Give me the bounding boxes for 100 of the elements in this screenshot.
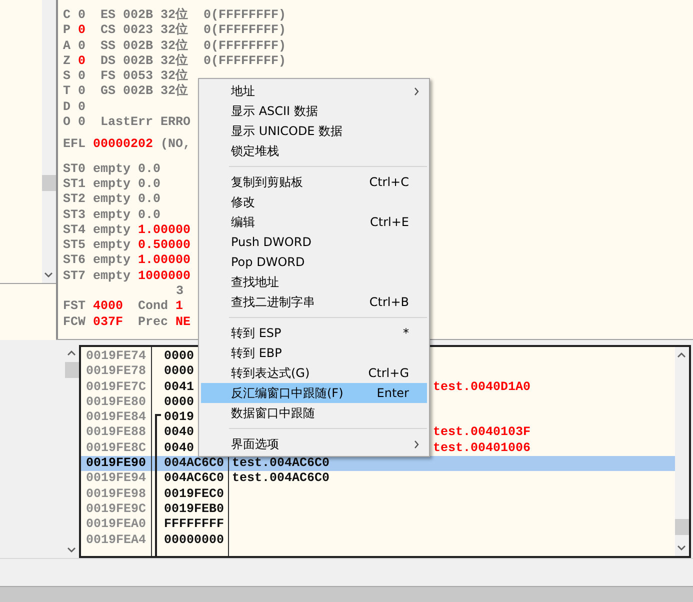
register-text: 3 [176, 284, 184, 300]
register-text: CS 0023 32位 0(FFFFFFFF) [100, 23, 286, 38]
menu-item[interactable]: 显示 UNICODE 数据 [201, 121, 427, 141]
stack-value: FFFFFFFF [163, 517, 226, 533]
stack-comment: test.0040103F [433, 425, 531, 441]
register-text: 0.0 [138, 176, 161, 192]
scroll-thumb[interactable] [65, 362, 79, 378]
register-text: empty [93, 268, 131, 284]
menu-item[interactable]: 转到 ESP * [201, 323, 427, 343]
shortcut-label: * [403, 326, 409, 340]
register-text: 0 [78, 69, 86, 84]
menu-item[interactable]: 地址 [201, 81, 427, 101]
stack-address: 0019FE94 [85, 471, 148, 487]
shortcut-label: Ctrl+G [368, 366, 409, 380]
stack-value: 004AC6C0 [163, 456, 226, 472]
register-text: 0 [78, 100, 86, 116]
register-text: Prec [137, 314, 168, 330]
register-text: Z [63, 54, 71, 70]
register-text: empty [93, 192, 131, 208]
shortcut-label: Ctrl+E [370, 215, 409, 229]
register-text: A [63, 38, 71, 54]
scroll-down-icon[interactable] [67, 547, 76, 553]
stack-value: 0040 [163, 440, 196, 456]
menu-item[interactable]: 修改 [201, 192, 427, 212]
register-text: ST3 [63, 208, 86, 223]
scroll-up-icon[interactable] [67, 350, 76, 356]
stack-comment: test.004AC6C0 [231, 471, 330, 487]
stack-address: 0019FEA0 [85, 517, 148, 533]
scroll-down-icon[interactable] [677, 545, 686, 551]
register-text: C [63, 8, 71, 24]
register-text: SS 002B 32位 0(FFFFFFFF) [100, 38, 286, 54]
register-text: GS 002B 32位 [100, 84, 189, 100]
register-text: FS 0053 32位 [100, 69, 189, 84]
register-text: empty [93, 238, 131, 254]
stack-address: 0019FE9C [85, 502, 148, 518]
register-text: (NO, [160, 137, 191, 153]
stack-value: 0041 [163, 380, 196, 395]
changed-register-value: 0.50000 [138, 238, 191, 254]
menu-item[interactable]: 复制到剪贴板 Ctrl+C [201, 172, 427, 192]
menu-item[interactable]: 数据窗口中跟随 [201, 403, 427, 423]
stack-comment: test.00401006 [433, 440, 531, 456]
menu-item[interactable]: Pop DWORD [201, 252, 427, 272]
selected-row[interactable]: 0019FE90 004AC6C0 test.004AC6C0 [81, 456, 675, 472]
stack-value: 004AC6C0 [163, 471, 226, 487]
menu-item[interactable]: 锁定堆栈 [201, 141, 427, 161]
register-text: empty [93, 222, 131, 238]
register-text: 0.0 [138, 208, 161, 223]
stack-address: 0019FE88 [85, 425, 148, 441]
stack-address: 0019FE74 [85, 349, 148, 364]
menu-item[interactable]: 反汇编窗口中跟随(F) Enter [201, 383, 427, 403]
menu-item[interactable]: 编辑 Ctrl+E [201, 212, 427, 232]
stack-value: 0040 [163, 425, 196, 441]
register-text: DS 002B 32位 0(FFFFFFFF) [100, 54, 286, 68]
register-text: empty [93, 162, 131, 177]
changed-register-value: 1.00000 [138, 253, 191, 269]
register-text: 0.0 [138, 162, 161, 177]
stack-address: 0019FEA4 [85, 532, 148, 548]
register-text: ST5 [63, 238, 86, 254]
register-text: empty [93, 253, 131, 269]
menu-item[interactable]: 查找二进制字串 Ctrl+B [201, 292, 427, 312]
stack-address: 0019FE80 [85, 394, 148, 410]
register-text: 0.0 [138, 192, 161, 208]
stack-address: 0019FE84 [85, 410, 148, 426]
register-text: ES 002B 32位 0(FFFFFFFF) [100, 8, 286, 22]
menu-item[interactable]: 转到表达式(G) Ctrl+G [201, 363, 427, 383]
register-text: ST6 [63, 253, 86, 269]
scroll-up-icon[interactable] [677, 352, 686, 358]
stack-address: 0019FE98 [85, 486, 148, 502]
menu-item[interactable]: 界面选项 [201, 434, 427, 454]
register-text: empty [93, 208, 131, 223]
register-text: D [63, 100, 71, 116]
menu-item[interactable]: 显示 ASCII 数据 [201, 101, 427, 121]
stack-comment: test.004AC6C0 [231, 456, 330, 472]
stack-address: 0019FE7C [85, 380, 148, 395]
stack-address: 0019FE8C [85, 440, 148, 456]
register-text: ST7 [63, 268, 86, 284]
scroll-thumb[interactable] [675, 519, 689, 535]
shortcut-label: Ctrl+C [369, 175, 409, 189]
scroll-thumb[interactable] [42, 175, 56, 191]
changed-register-value: 1 [176, 299, 184, 315]
stack-address: 0019FE78 [85, 364, 148, 380]
changed-register-value: 00000202 [93, 137, 154, 153]
menu-item[interactable]: Push DWORD [201, 232, 427, 252]
stack-value: 0019 [163, 410, 196, 426]
register-text: FST [63, 299, 86, 315]
scroll-down-icon[interactable] [44, 272, 53, 278]
register-text: 0 [78, 115, 86, 130]
stack-value: 0019FEB0 [163, 502, 226, 518]
changed-register-value: 0 [78, 54, 86, 70]
register-text: Cond [137, 299, 168, 315]
stack-value: 00000000 [163, 532, 226, 548]
register-text: 0 [78, 8, 86, 24]
stack-value: 0000 [163, 349, 196, 364]
register-text: ST0 [63, 162, 86, 177]
stack-address: 0019FE90 [85, 456, 148, 472]
shortcut-label: Ctrl+B [369, 295, 409, 309]
menu-item[interactable]: 查找地址 [201, 272, 427, 292]
menu-item[interactable]: 转到 EBP [201, 343, 427, 363]
register-text: empty [93, 176, 131, 192]
register-text: ST1 [63, 176, 86, 192]
